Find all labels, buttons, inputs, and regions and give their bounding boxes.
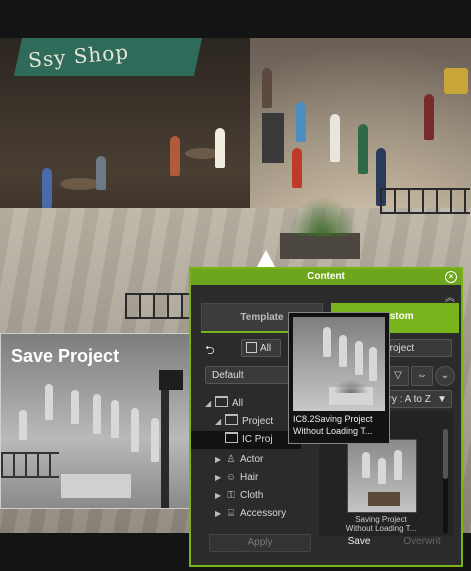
- save-project-preview: Save Project: [0, 333, 192, 509]
- tree-item-label: Actor: [240, 454, 264, 465]
- accessory-icon: ⌸: [228, 508, 234, 519]
- fence: [380, 188, 470, 214]
- person: [362, 452, 370, 478]
- actor-icon: ♙: [226, 454, 236, 465]
- person: [170, 136, 180, 176]
- person: [42, 168, 52, 208]
- person: [358, 124, 368, 174]
- tree-item-label: Cloth: [240, 490, 264, 501]
- person: [96, 156, 106, 190]
- fence: [125, 293, 195, 319]
- save-button[interactable]: Save: [319, 534, 399, 550]
- collapse-icon[interactable]: ︽: [445, 289, 455, 304]
- tree-item-project[interactable]: ◢ Project: [215, 413, 273, 431]
- traffic-light: [159, 370, 183, 390]
- folder-icon: [215, 396, 228, 407]
- save-project-title: Save Project: [11, 346, 120, 366]
- person: [330, 114, 340, 162]
- tree-item-label: All: [232, 398, 244, 409]
- person: [323, 327, 331, 357]
- swap-icon[interactable]: ⇔: [411, 366, 433, 386]
- tree-item-cloth[interactable]: ▶ ⚿ Cloth: [215, 487, 263, 505]
- tree-item-hair[interactable]: ▶ ☺ Hair: [215, 469, 258, 487]
- thumbnail-caption: Saving Project Without Loading T...: [345, 515, 417, 533]
- thumbnail-tooltip: IC8.2Saving Project Without Loading T...: [288, 312, 390, 444]
- tree-item-label: IC Proj: [242, 434, 273, 445]
- person: [45, 384, 53, 420]
- sort-select-label: ory : A to Z: [383, 394, 431, 405]
- person: [339, 335, 347, 367]
- close-icon: ×: [448, 272, 454, 281]
- cafe-table: [60, 178, 100, 190]
- person: [151, 418, 159, 462]
- dropdown-arrow-icon: ▼: [437, 394, 447, 405]
- tree-item-ic-proj[interactable]: IC Proj: [191, 431, 301, 449]
- tree-item-label: Project: [242, 416, 274, 427]
- expand-icon: ◢: [215, 417, 222, 426]
- lamp-post: [161, 374, 169, 508]
- cloth-icon: ⚿: [227, 490, 235, 501]
- tree-item-all[interactable]: ◢ All: [205, 395, 243, 413]
- person: [424, 94, 434, 140]
- person: [355, 341, 363, 375]
- apply-button[interactable]: Apply: [209, 534, 311, 552]
- person: [19, 410, 27, 440]
- default-select[interactable]: Default: [205, 366, 291, 384]
- overwrite-button[interactable]: Overwrit: [391, 534, 453, 550]
- plant: [333, 379, 369, 393]
- person: [292, 148, 302, 188]
- person: [93, 394, 101, 434]
- folder-icon: [225, 432, 238, 443]
- panel-header: Content ×: [191, 269, 461, 285]
- tree-item-accessory[interactable]: ▶ ⌸ Accessory: [215, 505, 286, 523]
- tree-item-label: Accessory: [240, 508, 287, 519]
- close-button[interactable]: ×: [445, 271, 457, 283]
- hair-icon: ☺: [225, 472, 237, 483]
- person: [296, 102, 306, 142]
- grid-scroll-thumb[interactable]: [443, 429, 448, 479]
- expand-icon: ▶: [215, 473, 222, 482]
- planter: [61, 474, 131, 498]
- person: [111, 400, 119, 438]
- tree-item-actor[interactable]: ▶ ♙ Actor: [215, 451, 263, 469]
- tree-item-label: Hair: [240, 472, 259, 483]
- tooltip-text: IC8.2Saving Project Without Loading T...: [293, 414, 373, 436]
- back-icon[interactable]: ⮌: [205, 341, 231, 357]
- person: [215, 128, 225, 168]
- person: [369, 347, 377, 381]
- traffic-light: [444, 68, 468, 94]
- expand-icon: ▶: [215, 455, 222, 464]
- person: [378, 458, 386, 484]
- tooltip-image: [293, 317, 385, 411]
- person: [394, 450, 402, 480]
- plant: [288, 196, 358, 236]
- trash-bin: [262, 113, 284, 163]
- chevron-down-icon[interactable]: ⌄: [435, 366, 455, 386]
- expand-icon: ▶: [215, 509, 222, 518]
- expand-icon: ▶: [215, 491, 222, 500]
- fence: [1, 452, 59, 478]
- planter: [368, 492, 400, 506]
- expand-icon: ◢: [205, 399, 212, 408]
- person: [71, 390, 79, 424]
- folder-icon: [225, 414, 238, 425]
- project-thumbnail[interactable]: [347, 439, 417, 513]
- filter-icon[interactable]: ▽: [387, 366, 409, 386]
- folder-stack-icon: [246, 342, 257, 353]
- person: [262, 68, 272, 108]
- person: [131, 408, 139, 452]
- panel-title: Content: [307, 271, 345, 282]
